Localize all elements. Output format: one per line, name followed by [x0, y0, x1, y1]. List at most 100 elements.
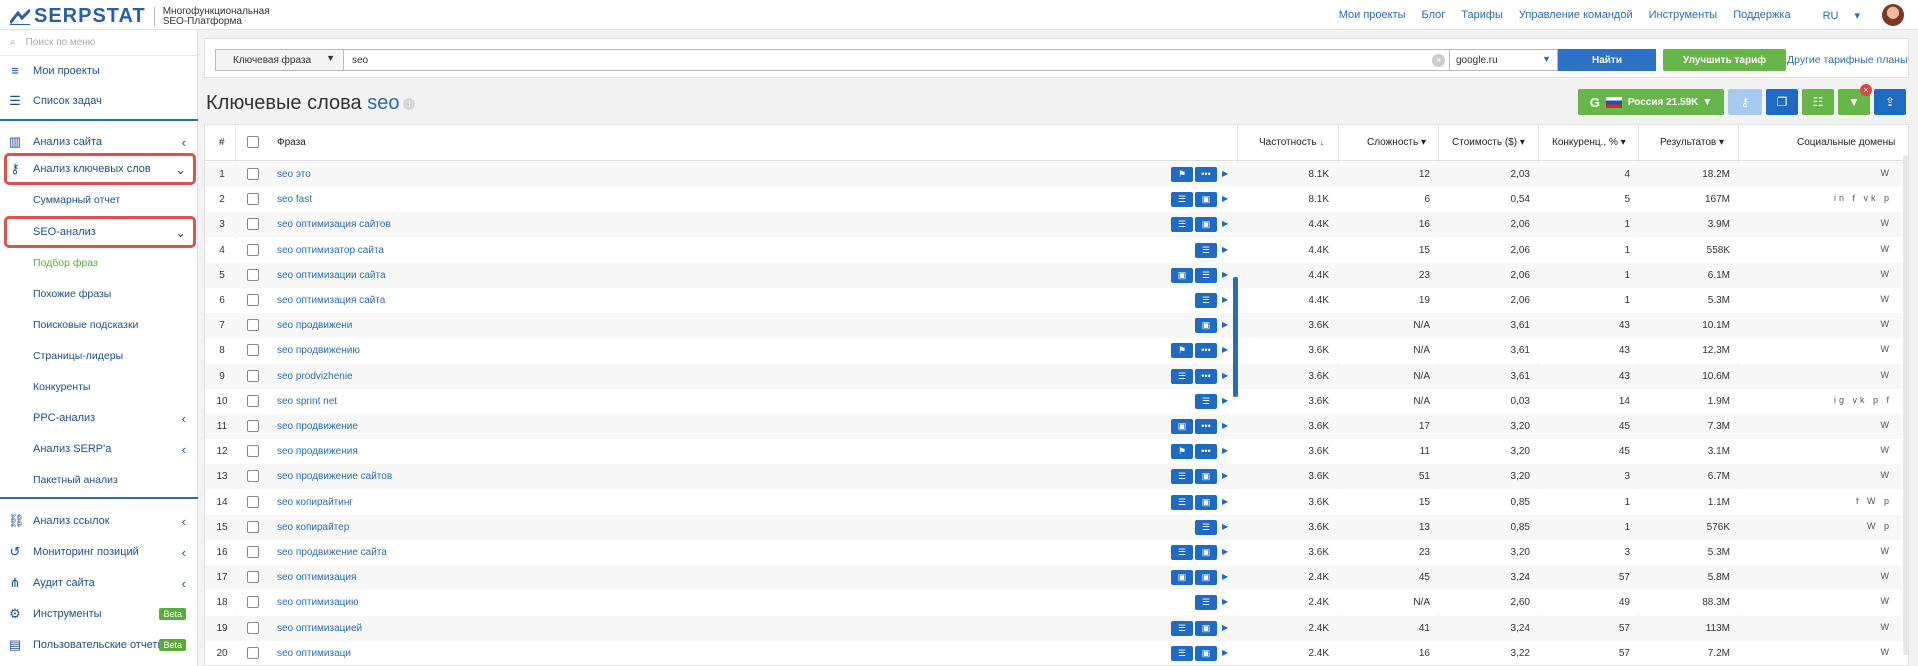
social-domains-icons[interactable]: W [1881, 470, 1893, 480]
expand-row-icon[interactable]: ▶ [1222, 345, 1228, 354]
expand-row-icon[interactable]: ▶ [1222, 471, 1228, 480]
image-icon[interactable]: ▣ [1171, 570, 1193, 586]
more-icon[interactable]: ••• [1195, 167, 1217, 182]
row-checkbox[interactable] [247, 420, 259, 432]
sidebar-item-link-analysis[interactable]: ⛓ Анализ ссылок ‹ [0, 506, 198, 536]
expand-row-icon[interactable]: ▶ [1222, 295, 1228, 304]
flag-icon[interactable]: ⚑ [1171, 167, 1193, 182]
sidebar-item-serp-analysis[interactable]: Анализ SERP'а ‹ [0, 434, 198, 464]
image-icon[interactable]: ▣ [1195, 318, 1217, 334]
sidebar-sub-batch-analysis[interactable]: Пакетный анализ [0, 465, 198, 495]
row-checkbox[interactable] [247, 193, 259, 206]
col-phrase[interactable]: Фраза [277, 137, 306, 148]
social-domains-icons[interactable]: W [1881, 344, 1893, 354]
phrase-link[interactable]: seo оптимизаци [277, 648, 351, 659]
table-scrollbar[interactable] [1903, 155, 1908, 655]
expand-row-icon[interactable]: ▶ [1222, 522, 1228, 531]
social-domains-icons[interactable]: W [1881, 319, 1893, 329]
sidebar-item-tools[interactable]: ⚙ Инструменты Beta [0, 599, 198, 629]
more-icon[interactable]: ••• [1195, 368, 1217, 384]
image-icon[interactable]: ▣ [1195, 570, 1217, 586]
comment-icon[interactable]: ☰ [1195, 393, 1217, 409]
comment-icon[interactable]: ☰ [1171, 545, 1193, 560]
row-checkbox[interactable] [247, 294, 259, 306]
phrase-link[interactable]: seo оптимизатор сайта [277, 245, 384, 256]
columns-button[interactable]: ☷ [1802, 89, 1834, 115]
social-domains-icons[interactable]: W p [1867, 521, 1892, 531]
search-input[interactable]: seo × [344, 49, 1450, 71]
more-icon[interactable]: ••• [1195, 419, 1217, 434]
expand-row-icon[interactable]: ▶ [1222, 371, 1228, 380]
phrase-link[interactable]: seo оптимизация сайта [277, 295, 385, 306]
social-domains-icons[interactable]: W [1881, 571, 1893, 581]
expand-row-icon[interactable]: ▶ [1222, 421, 1228, 430]
expand-row-icon[interactable]: ▶ [1222, 497, 1228, 506]
phrase-link[interactable]: seo оптимизация сайтов [277, 219, 391, 230]
expand-row-icon[interactable]: ▶ [1222, 446, 1228, 455]
social-domains-icons[interactable]: W [1881, 218, 1893, 228]
menu-search[interactable]: ⌕ Поиск по меню [0, 30, 197, 56]
search-type-select[interactable]: Ключевая фраза ▼ [215, 49, 344, 71]
sidebar-item-ppc-analysis[interactable]: PPC-анализ ‹ [0, 403, 198, 433]
flag-icon[interactable]: ⚑ [1171, 444, 1193, 460]
row-checkbox[interactable] [247, 369, 259, 382]
sidebar-sub-search-suggestions[interactable]: Поисковые подсказки [0, 310, 198, 340]
row-checkbox[interactable] [247, 218, 259, 231]
key-tool-button[interactable]: ⚷ [1728, 89, 1762, 115]
info-icon[interactable]: i [403, 97, 416, 110]
expand-row-icon[interactable]: ▶ [1222, 245, 1228, 254]
upgrade-button[interactable]: Улучшить тариф [1663, 49, 1786, 71]
social-domains-icons[interactable]: in f vk p [1834, 193, 1892, 203]
social-domains-icons[interactable]: W [1881, 168, 1893, 178]
comment-icon[interactable]: ☰ [1195, 293, 1217, 308]
social-domains-icons[interactable]: W [1881, 445, 1893, 455]
flag-icon[interactable]: ⚑ [1171, 343, 1193, 359]
sidebar-sub-summary[interactable]: Суммарный отчет [0, 185, 198, 215]
social-domains-icons[interactable]: W [1881, 420, 1893, 430]
region-select[interactable]: G Россия 21.59K ▼ [1578, 89, 1724, 115]
nav-blog[interactable]: Блог [1422, 9, 1446, 22]
clear-icon[interactable]: × [1432, 54, 1445, 67]
comment-icon[interactable]: ☰ [1195, 267, 1217, 283]
sidebar-item-site-audit[interactable]: ⋔ Аудит сайта ‹ [0, 568, 198, 598]
nav-my-projects[interactable]: Мои проекты [1339, 9, 1406, 22]
sidebar-sub-similar-phrases[interactable]: Похожие фразы [0, 279, 198, 309]
social-domains-icons[interactable]: W [1881, 244, 1893, 254]
sidebar-item-seo-analysis[interactable]: SEO-анализ ⌄ [0, 217, 198, 247]
comment-icon[interactable]: ☰ [1171, 645, 1193, 661]
logo[interactable]: SERPSTAT Многофункциональная SEO-Платформ… [10, 5, 270, 28]
phrase-link[interactable]: seo продвижение сайтов [277, 471, 392, 482]
comment-icon[interactable]: ☰ [1171, 469, 1193, 485]
image-icon[interactable]: ▣ [1195, 545, 1217, 560]
social-domains-icons[interactable]: W [1881, 622, 1893, 632]
close-icon[interactable]: × [1860, 84, 1872, 96]
social-domains-icons[interactable]: W [1881, 370, 1893, 380]
other-plans-link[interactable]: Другие тарифные планы [1787, 54, 1908, 66]
nav-support[interactable]: Поддержка [1733, 9, 1790, 22]
expand-row-icon[interactable]: ▶ [1222, 648, 1228, 657]
row-checkbox[interactable] [247, 546, 259, 558]
find-button[interactable]: Найти [1558, 49, 1656, 71]
social-domains-icons[interactable]: W [1881, 596, 1893, 606]
image-icon[interactable]: ▣ [1195, 217, 1217, 233]
image-icon[interactable]: ▣ [1171, 267, 1193, 283]
expand-row-icon[interactable]: ▶ [1222, 597, 1228, 606]
comment-icon[interactable]: ☰ [1171, 217, 1193, 233]
phrase-link[interactable]: seo копирайтинг [277, 497, 353, 508]
sidebar-sub-top-pages[interactable]: Страницы-лидеры [0, 341, 198, 371]
social-domains-icons[interactable]: W [1881, 294, 1893, 304]
comment-icon[interactable]: ☰ [1171, 494, 1193, 510]
expand-row-icon[interactable]: ▶ [1222, 396, 1228, 405]
image-icon[interactable]: ▣ [1171, 419, 1193, 434]
sidebar-item-task-list[interactable]: ☰ Список задач [0, 86, 198, 116]
row-checkbox[interactable] [247, 571, 259, 584]
nav-pricing[interactable]: Тарифы [1461, 9, 1503, 22]
avatar[interactable] [1882, 4, 1904, 26]
col-cost[interactable]: Стоимость ($) ▾ [1452, 137, 1525, 148]
sidebar-sub-competitors[interactable]: Конкуренты [0, 372, 198, 402]
row-checkbox[interactable] [247, 319, 259, 332]
phrase-link[interactable]: seo это [277, 169, 311, 180]
expand-row-icon[interactable]: ▶ [1222, 169, 1228, 178]
sidebar-item-my-projects[interactable]: ≡ Мои проекты [0, 56, 198, 86]
phrase-link[interactable]: seo оптимизация [277, 572, 356, 583]
